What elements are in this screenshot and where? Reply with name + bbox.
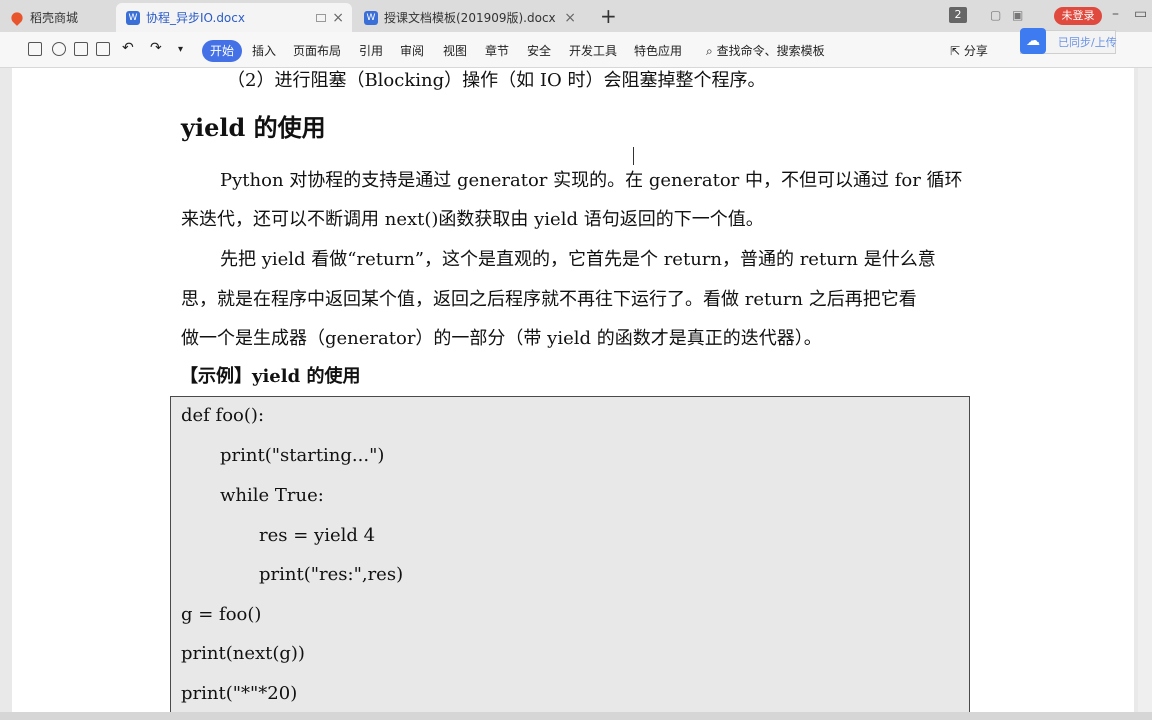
ribbon-tab-review[interactable]: 审阅	[400, 42, 424, 59]
paragraph-line: 先把 yield 看做“return”，这个是直观的，它首先是个 return，…	[220, 249, 936, 270]
ribbon-tab-layout[interactable]: 页面布局	[293, 42, 341, 59]
ribbon-tab-chapter[interactable]: 章节	[485, 42, 509, 59]
close-icon[interactable]: ×	[332, 10, 344, 26]
print-icon[interactable]	[74, 42, 88, 56]
ribbon-tab-insert[interactable]: 插入	[252, 42, 276, 59]
redo-icon[interactable]: ↷	[150, 40, 162, 56]
close-icon[interactable]: ×	[564, 10, 576, 26]
tab-home[interactable]: 稻壳商城	[0, 3, 112, 32]
undo-icon[interactable]: ↶	[122, 40, 134, 56]
output-icon[interactable]	[52, 42, 66, 56]
chevron-down-icon[interactable]: ▾	[178, 44, 183, 55]
vertical-scrollbar[interactable]	[1138, 68, 1152, 712]
example-title: 【示例】yield 的使用	[180, 366, 361, 387]
document-page[interactable]: （2）进行阻塞（Blocking）操作（如 IO 时）会阻塞掉整个程序。 yie…	[12, 68, 1134, 712]
code-block: def foo(): print("starting...") while Tr…	[170, 396, 970, 712]
shirt-icon[interactable]: ▣	[1012, 8, 1023, 22]
ribbon-tab-references[interactable]: 引用	[359, 42, 383, 59]
paragraph-line: （2）进行阻塞（Blocking）操作（如 IO 时）会阻塞掉整个程序。	[227, 70, 766, 91]
paragraph-line: 做一个是生成器（generator）的一部分（带 yield 的函数才是真正的迭…	[181, 328, 822, 349]
docer-logo-icon	[9, 9, 25, 26]
ribbon-tab-features[interactable]: 特色应用	[634, 42, 682, 59]
code-line: print("starting...")	[220, 445, 385, 466]
section-heading: yield 的使用	[181, 113, 326, 142]
code-line: print("*"*20)	[181, 683, 298, 704]
code-line: print(next(g))	[181, 643, 305, 664]
code-line: def foo():	[181, 405, 265, 426]
paragraph-line: 思，就是在程序中返回某个值，返回之后程序就不再往下运行了。看做 return 之…	[181, 289, 917, 310]
paragraph-line: Python 对协程的支持是通过 generator 实现的。在 generat…	[220, 170, 963, 191]
code-line: while True:	[220, 485, 324, 506]
ribbon: ↶ ↷ ▾ 开始 插入 页面布局 引用 审阅 视图 章节 安全 开发工具 特色应…	[0, 32, 1152, 90]
tab-document[interactable]: W 授课文档模板(201909版).docx ×	[354, 3, 584, 32]
ribbon-tab-view[interactable]: 视图	[443, 42, 467, 59]
maximize-icon[interactable]: ▭	[1134, 6, 1147, 22]
status-bar	[0, 712, 1152, 720]
command-search-label: 查找命令、搜索模板	[716, 44, 825, 58]
ribbon-tab-developer[interactable]: 开发工具	[569, 42, 617, 59]
window-count-badge[interactable]: 2	[949, 7, 967, 23]
share-icon: ⇱	[950, 44, 961, 58]
pin-icon[interactable]	[316, 13, 326, 22]
word-doc-icon: W	[364, 10, 378, 25]
tab-bar: 稻壳商城 W 协程_异步IO.docx × W 授课文档模板(201909版).…	[0, 0, 1152, 32]
tab-document-active[interactable]: W 协程_异步IO.docx ×	[116, 3, 352, 32]
cloud-sync-label: 已同步/上传	[1058, 36, 1117, 49]
save-icon[interactable]	[28, 42, 42, 56]
ribbon-tab-security[interactable]: 安全	[527, 42, 551, 59]
command-search[interactable]: ⌕ 查找命令、搜索模板	[706, 42, 825, 59]
share-label: 分享	[963, 44, 988, 58]
text-cursor-icon	[633, 147, 639, 165]
new-tab-icon[interactable]: +	[600, 4, 617, 28]
code-line: g = foo()	[181, 604, 262, 625]
share-button[interactable]: ⇱ 分享	[950, 42, 988, 59]
preview-icon[interactable]	[96, 42, 110, 56]
minimize-icon[interactable]: –	[1112, 6, 1119, 22]
code-line: print("res:",res)	[259, 564, 404, 585]
tab-doc2-label: 授课文档模板(201909版).docx	[384, 11, 556, 25]
cloud-icon[interactable]: ☁	[1020, 28, 1046, 54]
skin-icon[interactable]: ▢	[990, 8, 1001, 22]
word-doc-icon: W	[126, 10, 140, 25]
tab-doc1-label: 协程_异步IO.docx	[146, 11, 245, 25]
login-button[interactable]: 未登录	[1054, 7, 1102, 25]
tab-home-label: 稻壳商城	[30, 11, 79, 25]
code-line: res = yield 4	[259, 525, 376, 546]
ribbon-tab-home[interactable]: 开始	[202, 40, 242, 62]
paragraph-line: 来迭代，还可以不断调用 next()函数获取由 yield 语句返回的下一个值。	[181, 209, 764, 230]
search-icon: ⌕	[706, 44, 713, 58]
